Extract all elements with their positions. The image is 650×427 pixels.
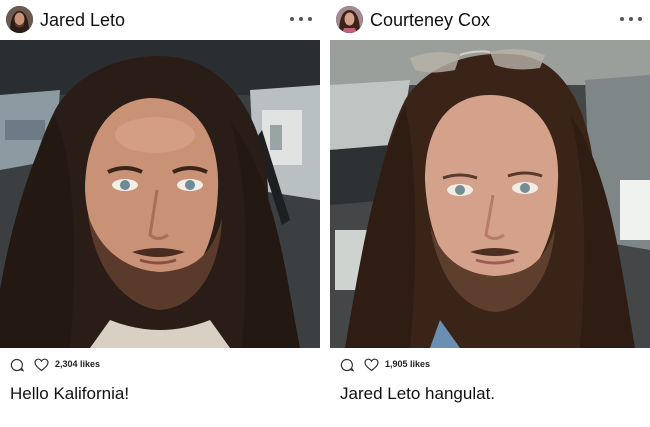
username[interactable]: Courteney Cox [370, 9, 490, 31]
more-options-icon[interactable] [620, 12, 642, 26]
post-photo[interactable] [0, 40, 320, 348]
heart-icon[interactable] [364, 358, 379, 372]
post-header: Courteney Cox [330, 0, 650, 40]
comment-icon[interactable] [10, 358, 24, 372]
post-card-jared-leto: Jared Leto 2,304 likes Hello Kalifornia! [0, 0, 320, 427]
post-photo[interactable] [330, 40, 650, 348]
avatar[interactable] [336, 6, 363, 33]
heart-icon[interactable] [34, 358, 49, 372]
post-card-courteney-cox: Courteney Cox 1,905 likes Jared Leto han… [330, 0, 650, 427]
post-caption: Jared Leto hangulat. [340, 384, 496, 403]
avatar[interactable] [6, 6, 33, 33]
post-actions: 1,905 likes [340, 357, 640, 373]
username[interactable]: Jared Leto [40, 9, 125, 31]
post-caption: Hello Kalifornia! [10, 384, 130, 403]
post-actions: 2,304 likes [10, 357, 310, 373]
likes-count: 2,304 likes [55, 359, 101, 369]
likes-count: 1,905 likes [385, 359, 431, 369]
comment-icon[interactable] [340, 358, 354, 372]
post-header: Jared Leto [0, 0, 320, 40]
more-options-icon[interactable] [290, 12, 312, 26]
